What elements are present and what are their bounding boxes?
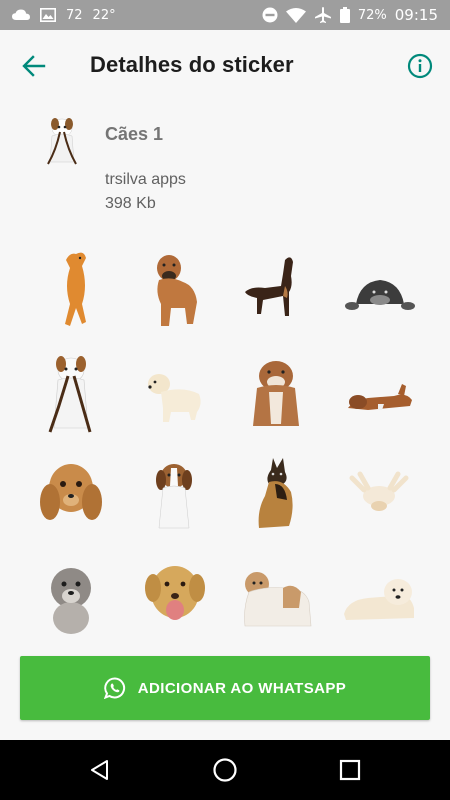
wifi-icon (285, 7, 306, 23)
sticker-item[interactable] (20, 546, 123, 648)
status-bar: 72 22° 72% 09:15 (0, 0, 450, 30)
shih-tzu-standing-icon (244, 572, 312, 627)
nav-recents-icon (339, 759, 361, 781)
cocker-spaniel-puppy-icon (40, 464, 103, 520)
back-button[interactable] (18, 52, 50, 80)
do-not-disturb-icon (262, 7, 278, 23)
sticker-item[interactable] (225, 546, 328, 648)
labrador-puppy-icon (147, 374, 201, 422)
nav-back-icon (91, 760, 108, 780)
german-shepherd-sitting-icon (258, 458, 293, 528)
sticker-grid (20, 240, 430, 648)
image-icon (40, 8, 56, 22)
page-title: Detalhes do sticker (90, 52, 294, 77)
sticker-item[interactable] (225, 342, 328, 444)
sticker-item[interactable] (328, 240, 431, 342)
sticker-item[interactable] (20, 240, 123, 342)
clock: 09:15 (394, 6, 438, 24)
nav-home-button[interactable] (210, 755, 240, 785)
sticker-item[interactable] (225, 444, 328, 546)
pack-tray-icon (47, 118, 77, 165)
jack-russell-with-leash-icon (48, 356, 92, 433)
sticker-item[interactable] (123, 546, 226, 648)
battery-level: 72% (357, 7, 387, 23)
add-button-label: ADICIONAR AO WHATSAPP (137, 679, 347, 697)
dachshund-howling-icon (245, 257, 294, 316)
nav-home-icon (213, 758, 237, 782)
nav-recents-button[interactable] (335, 755, 365, 785)
airplane-icon (314, 6, 332, 24)
sticker-item[interactable] (123, 444, 226, 546)
cloud-icon (12, 9, 30, 21)
navigation-bar (0, 740, 450, 800)
whatsapp-icon (103, 677, 125, 699)
pack-publisher: trsilva apps (105, 171, 186, 188)
nav-back-button[interactable] (85, 755, 115, 785)
puppy-on-back-icon (349, 471, 409, 511)
chow-chow-puppy-icon (343, 579, 414, 620)
sticker-item[interactable] (225, 240, 328, 342)
labrador-tongue-out-icon (144, 566, 205, 620)
schnauzer-peeking-icon (344, 280, 415, 310)
sticker-item[interactable] (328, 546, 431, 648)
info-button[interactable] (404, 50, 436, 82)
boxer-puppy-icon (156, 255, 197, 326)
temperature: 22° (92, 7, 116, 23)
sticker-item[interactable] (20, 342, 123, 444)
bulldog-sitting-icon (253, 361, 300, 426)
sticker-item[interactable] (123, 240, 226, 342)
sticker-item[interactable] (20, 444, 123, 546)
pack-size: 398 Kb (105, 195, 156, 212)
arrow-back-icon (22, 55, 46, 77)
sticker-item[interactable] (328, 444, 431, 546)
beagle-puppy-icon (155, 464, 192, 529)
notification-count: 72 (66, 7, 83, 23)
add-to-whatsapp-button[interactable]: ADICIONAR AO WHATSAPP (20, 656, 430, 720)
sticker-item[interactable] (123, 342, 226, 444)
sticker-item[interactable] (328, 342, 431, 444)
info-icon (407, 53, 433, 79)
jumping-orange-dog-icon (65, 252, 87, 326)
app-bar: Detalhes do sticker (0, 30, 450, 102)
fluffy-terrier-icon (51, 568, 92, 634)
battery-icon (339, 7, 350, 23)
boxer-lying-icon (347, 384, 412, 410)
pack-name: Cães 1 (105, 124, 164, 144)
